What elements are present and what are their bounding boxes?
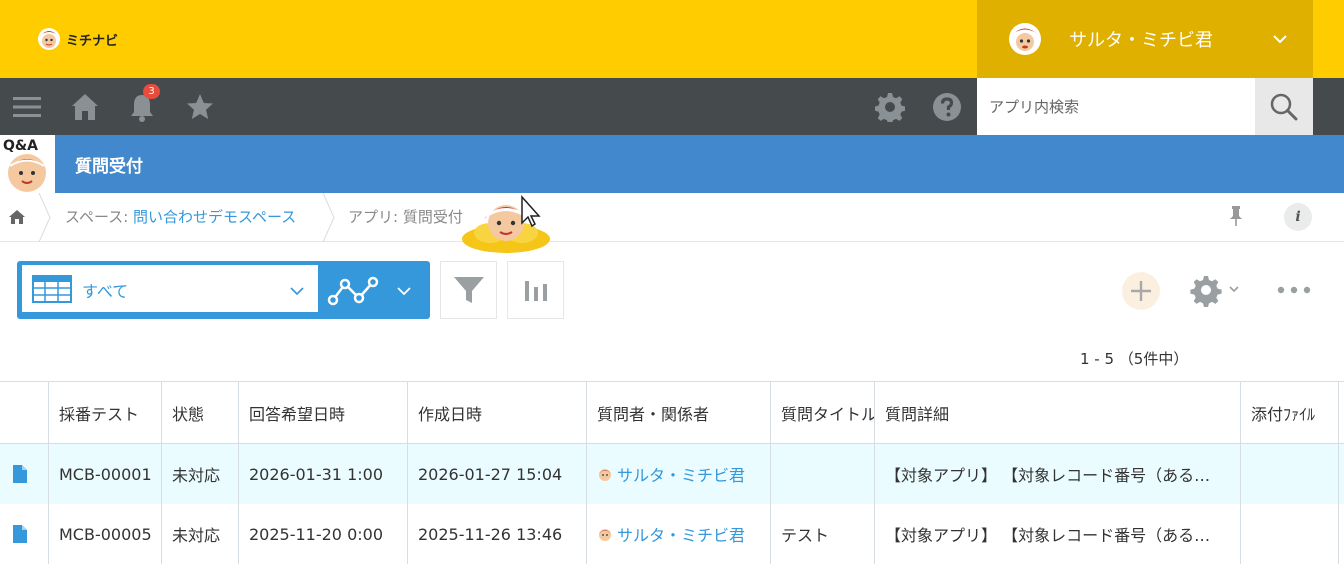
record-detail-link[interactable] [0,444,49,504]
header-blank [0,382,49,443]
user-menu[interactable]: サルタ・ミチビ君 [977,0,1313,78]
chevron-down-icon[interactable] [395,282,413,300]
filter-button[interactable] [440,261,497,319]
document-icon [13,525,27,543]
cell-created-date: 2026-01-27 15:04 [418,464,563,484]
search-icon [1270,93,1298,120]
column-divider [238,444,239,564]
pin-icon[interactable] [1227,205,1245,227]
header-cell[interactable]: 採番テスト [49,382,162,443]
chevron-down-icon [1273,35,1287,44]
record-detail-link[interactable] [0,504,49,564]
column-divider [48,444,49,564]
notification-badge: 3 [143,84,160,99]
column-divider [1240,444,1241,564]
column-divider [407,444,408,564]
cell-desired-date: 2026-01-31 1:00 [249,464,383,484]
header-cell[interactable]: 作成日時 [408,382,587,443]
breadcrumb-app: アプリ: 質問受付 [348,208,463,226]
breadcrumb-separator [322,193,335,242]
cell-id: MCB-00005 [59,524,152,544]
qa-mascot-icon: Q&A [0,135,55,193]
more-icon[interactable] [1277,281,1311,299]
column-divider [586,444,587,564]
column-divider [1338,444,1339,564]
filter-icon [453,277,484,303]
user-avatar-icon [599,529,611,541]
header-cell[interactable]: 質問詳細 [875,382,1241,443]
cell-file [1241,444,1339,504]
table-view-icon [32,275,72,303]
header-cell[interactable]: 状態 [162,382,239,443]
plus-icon [1131,281,1151,301]
cell-title: テスト [781,526,830,545]
breadcrumb-space-link[interactable]: 問い合わせデモスペース [133,208,296,226]
cell-status: 未対応 [172,526,221,545]
app-settings-gear-icon[interactable] [1189,273,1245,307]
cell-title [771,444,875,504]
info-icon[interactable]: i [1284,203,1312,231]
view-name: すべて [82,282,129,301]
header-cell[interactable]: 回答希望日時 [239,382,408,443]
cell-id: MCB-00001 [59,464,152,484]
document-icon [13,465,27,483]
settings-gear-icon[interactable] [875,92,905,122]
user-avatar-icon [599,469,611,481]
search-button[interactable] [1255,78,1313,135]
user-name: サルタ・ミチビ君 [1069,30,1213,51]
cell-user[interactable]: サルタ・ミチビ君 [587,504,771,564]
cell-detail: 【対象アプリ】 【対象レコード番号（ある… [885,526,1211,545]
home-icon[interactable] [70,92,100,122]
chevron-down-icon [290,287,304,296]
logo-text: ミチナビ [66,33,119,49]
user-link[interactable]: サルタ・ミチビ君 [617,462,745,486]
app-search-input[interactable] [977,78,1255,135]
column-divider [161,444,162,564]
chart-icon [524,281,547,301]
cell-user[interactable]: サルタ・ミチビ君 [587,444,771,504]
breadcrumb-home-icon[interactable] [8,208,26,226]
column-divider [770,444,771,564]
breadcrumb-space-label: スペース: [65,208,134,226]
star-icon[interactable] [185,92,215,122]
breadcrumb-separator [38,193,51,242]
cell-desired-date: 2025-11-20 0:00 [249,524,383,544]
user-avatar-icon [1009,23,1041,55]
header-cell[interactable]: 質問者・関係者 [587,382,771,443]
table-row[interactable]: MCB-00005 未対応 2025-11-20 0:00 2025-11-26… [0,504,1344,564]
pagination-count: 1 - 5 （5件中） [1080,350,1189,368]
cell-detail: 【対象アプリ】 【対象レコード番号（ある… [885,466,1211,485]
mascot-logo-icon [38,28,60,50]
logo[interactable]: ミチナビ [36,26,118,52]
breadcrumb-space[interactable]: スペース: 問い合わせデモスペース [65,206,296,227]
help-icon[interactable] [932,92,962,122]
graph-icon[interactable] [327,274,379,310]
app-title: 質問受付 [75,157,143,177]
mascot-cursor-icon [462,195,550,253]
column-divider [874,444,875,564]
app-icon-text: Q&A [3,138,38,154]
header-cell[interactable]: 添付ﾌｧｲﾙ [1241,382,1339,443]
cell-file [1241,504,1339,564]
user-link[interactable]: サルタ・ミチビ君 [617,522,745,546]
cell-created-date: 2025-11-26 13:46 [418,524,563,544]
header-cell[interactable]: 質問タイトル [771,382,875,443]
table-row[interactable]: MCB-00001 未対応 2026-01-31 1:00 2026-01-27… [0,444,1344,504]
cell-status: 未対応 [172,466,221,485]
add-record-button[interactable] [1122,272,1160,310]
app-header [0,135,1344,193]
chart-button[interactable] [507,261,564,319]
table-header: 採番テスト 状態 回答希望日時 作成日時 質問者・関係者 質問タイトル 質問詳細… [0,381,1344,444]
menu-icon[interactable] [12,92,42,122]
app-icon: Q&A [0,135,55,193]
